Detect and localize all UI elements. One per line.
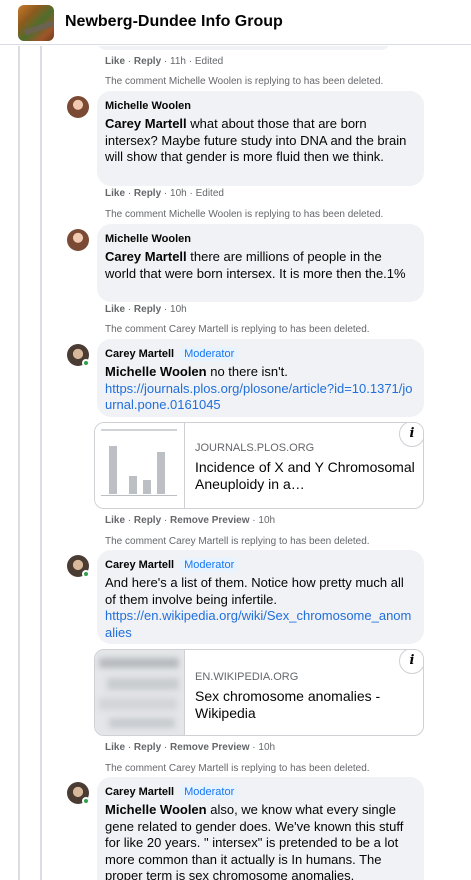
previous-comment-bubble [97, 46, 390, 50]
reply-button[interactable]: Reply [134, 304, 161, 315]
avatar[interactable] [67, 229, 89, 251]
link-preview-card[interactable]: EN.WIKIPEDIA.ORG Sex chromosome anomalie… [94, 649, 424, 736]
moderator-badge: Moderator [180, 347, 239, 361]
link-preview-domain: EN.WIKIPEDIA.ORG [195, 671, 299, 683]
info-icon[interactable]: i [399, 423, 423, 447]
link-preview-title: Sex chromosome anomalies - Wikipedia [195, 688, 381, 721]
info-icon[interactable]: i [399, 650, 423, 674]
mention[interactable]: Michelle Woolen [105, 802, 207, 817]
link-preview-image [95, 423, 185, 508]
like-button[interactable]: Like [105, 304, 125, 315]
group-header: Newberg-Dundee Info Group [0, 0, 471, 45]
link-preview-card[interactable]: JOURNALS.PLOS.ORG Incidence of X and Y C… [94, 422, 424, 509]
comment-text: Carey Martell what about those that are … [105, 116, 416, 166]
like-button[interactable]: Like [105, 56, 125, 67]
group-name[interactable]: Newberg-Dundee Info Group [65, 13, 283, 31]
online-status-icon [82, 359, 90, 367]
comment-text: Carey Martell there are millions of peop… [105, 249, 416, 282]
comment-body: no there isn't. [206, 364, 288, 379]
comment-link[interactable]: https://en.wikipedia.org/wiki/Sex_chromo… [105, 608, 416, 641]
comment-bubble: Carey Martell Moderator Michelle Woolen n… [97, 339, 424, 417]
group-avatar[interactable] [18, 5, 54, 41]
comment-meta: 10h [170, 304, 187, 315]
comment-thread: Like · Reply · 11h · Edited The comment … [0, 46, 471, 880]
comment-bubble: Carey Martell Moderator And here's a list… [97, 550, 424, 644]
moderator-badge: Moderator [180, 785, 239, 799]
deleted-notice: The comment Michelle Woolen is replying … [105, 209, 384, 220]
reply-button[interactable]: Reply [134, 742, 161, 753]
comment-meta: 10h [258, 515, 276, 526]
comment-actions: Like · Reply · Remove Preview · 10h [105, 515, 276, 526]
comment-bubble: Michelle Woolen Carey Martell what about… [97, 91, 424, 186]
comment-link[interactable]: https://journals.plos.org/plosone/articl… [105, 381, 416, 414]
mention[interactable]: Carey Martell [105, 116, 187, 131]
thread-line [18, 46, 20, 880]
comment-meta: 10h [258, 742, 276, 753]
link-preview-image [95, 650, 185, 735]
comment-author[interactable]: Carey Martell [105, 348, 174, 360]
comment-meta: 10h · Edited [170, 188, 224, 199]
mention[interactable]: Carey Martell [105, 249, 187, 264]
link-preview-title: Incidence of X and Y Chromosomal Aneuplo… [195, 459, 415, 492]
deleted-notice: The comment Michelle Woolen is replying … [105, 76, 384, 87]
online-status-icon [82, 797, 90, 805]
like-button[interactable]: Like [105, 188, 125, 199]
online-status-icon [82, 570, 90, 578]
comment-author[interactable]: Carey Martell [105, 559, 174, 571]
comment-actions: Like · Reply · 10h · Edited [105, 188, 224, 199]
comment-bubble: Michelle Woolen Carey Martell there are … [97, 224, 424, 302]
reply-button[interactable]: Reply [134, 188, 161, 199]
remove-preview-button[interactable]: Remove Preview [170, 742, 250, 753]
reply-button[interactable]: Reply [134, 56, 161, 67]
comment-actions: Like · Reply · Remove Preview · 10h [105, 742, 276, 753]
comment-bubble: Carey Martell Moderator Michelle Woolen a… [97, 777, 424, 880]
comment-actions: Like · Reply · 10h [105, 304, 187, 315]
thread-line [40, 46, 42, 880]
mention[interactable]: Michelle Woolen [105, 364, 207, 379]
comment-meta: 11h · Edited [170, 56, 224, 67]
like-button[interactable]: Like [105, 515, 125, 526]
reply-button[interactable]: Reply [134, 515, 161, 526]
deleted-notice: The comment Carey Martell is replying to… [105, 763, 370, 774]
like-button[interactable]: Like [105, 742, 125, 753]
deleted-notice: The comment Carey Martell is replying to… [105, 536, 370, 547]
deleted-notice: The comment Carey Martell is replying to… [105, 324, 370, 335]
link-preview-domain: JOURNALS.PLOS.ORG [195, 442, 315, 454]
comment-body: And here's a list of them. Notice how pr… [105, 575, 404, 607]
comment-text: Michelle Woolen no there isn't. [105, 364, 416, 381]
moderator-badge: Moderator [180, 558, 239, 572]
comment-actions: Like · Reply · 11h · Edited [105, 56, 224, 67]
comment-text: Michelle Woolen also, we know what every… [105, 802, 416, 880]
comment-author[interactable]: Michelle Woolen [105, 233, 191, 245]
comment-author[interactable]: Carey Martell [105, 786, 174, 798]
avatar[interactable] [67, 96, 89, 118]
remove-preview-button[interactable]: Remove Preview [170, 515, 250, 526]
comment-author[interactable]: Michelle Woolen [105, 100, 191, 112]
